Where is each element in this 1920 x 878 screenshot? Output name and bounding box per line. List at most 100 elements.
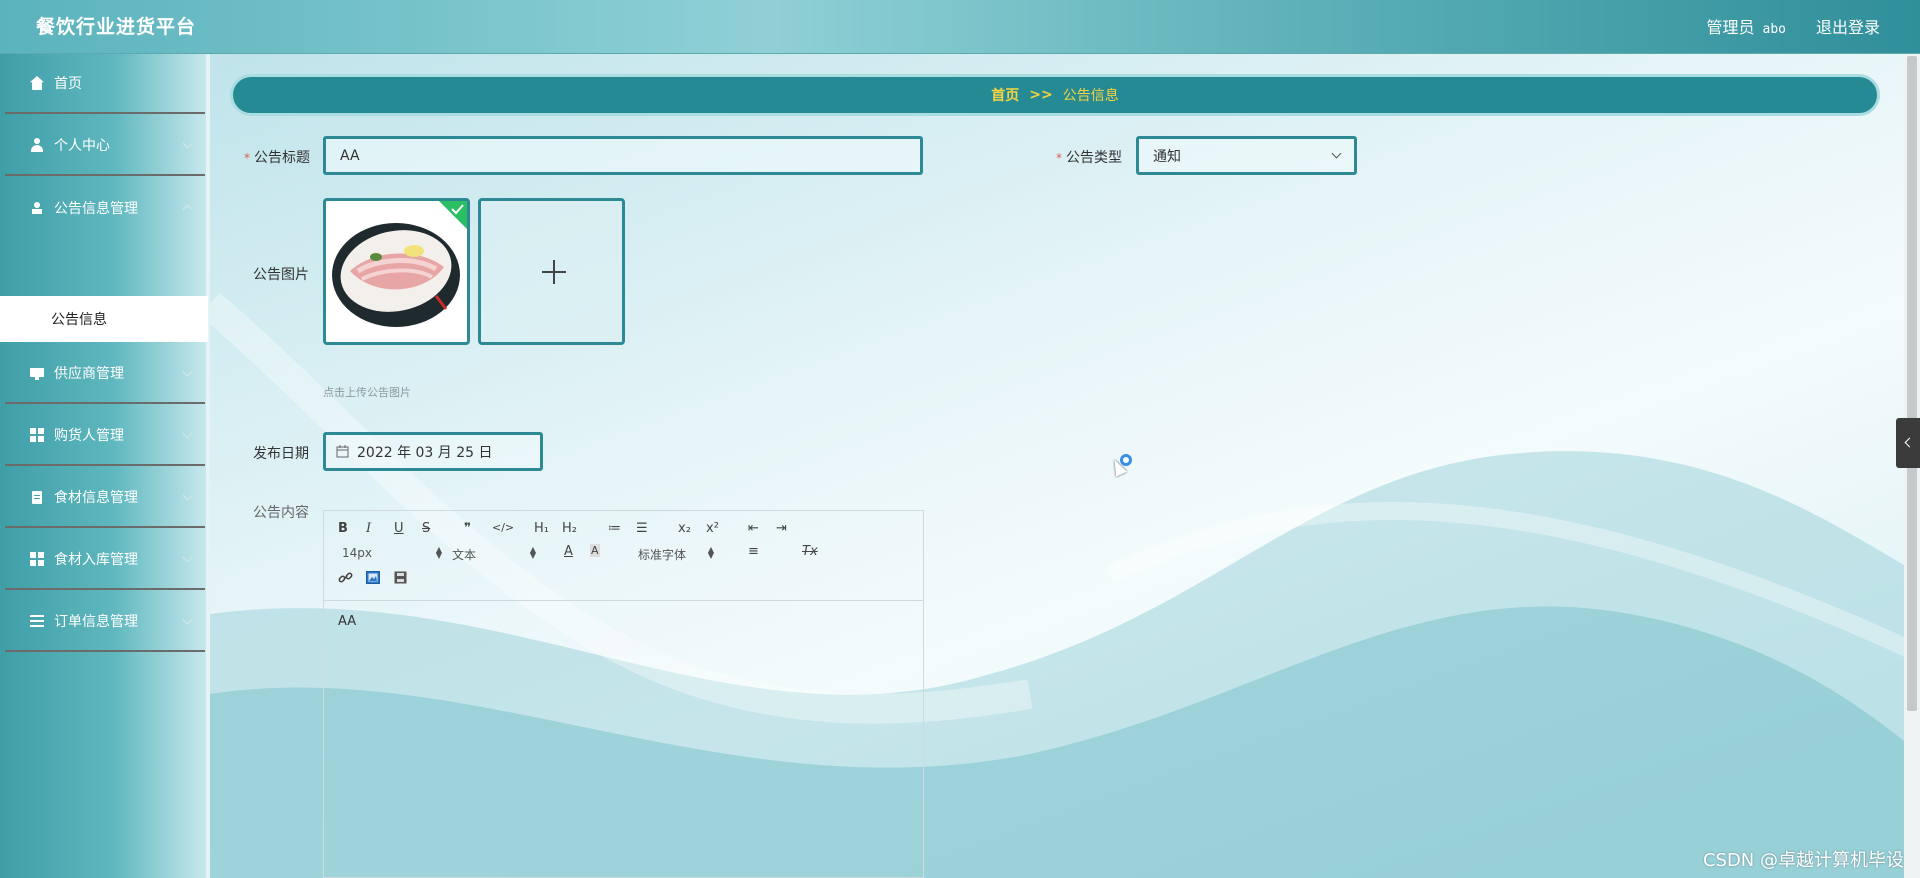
clear-format-button[interactable]: Tx: [802, 544, 818, 559]
h1-button[interactable]: H₁: [534, 521, 549, 536]
username: abo: [1762, 22, 1786, 37]
required-mark: *: [1056, 151, 1062, 165]
plus-icon-vertical: [553, 260, 555, 284]
select-arrows-icon: ▲ ▼: [435, 545, 442, 560]
date-picker[interactable]: 2022 年 03 月 25 日: [323, 432, 543, 471]
sidebar: 首页 个人中心 公告信息管理 公告信息 供应商管理 购货人管理 食材信息管理 食…: [0, 54, 210, 878]
chevron-down-icon: [182, 552, 193, 563]
title-input[interactable]: AA: [323, 136, 923, 175]
clipboard-icon: [30, 490, 44, 504]
sidebar-item-label: 购货人管理: [54, 428, 124, 444]
image-label: 公告图片: [253, 267, 309, 283]
calendar-icon: [336, 445, 349, 458]
logout-link[interactable]: 退出登录: [1816, 14, 1880, 38]
app-title: 餐饮行业进货平台: [36, 16, 197, 38]
monitor-icon: [30, 366, 44, 380]
sidebar-item-ingredient-management[interactable]: 食材信息管理: [5, 468, 205, 528]
loading-ring-icon: [1120, 454, 1132, 466]
content-label: 公告内容: [253, 505, 309, 521]
chevron-down-icon: [182, 490, 193, 501]
editor-toolbar: B I U S ❞ </> H₁ H₂ ≔ ☰ x₂ x² ⇤ ⇥ 14px ▲ ▼…: [324, 511, 923, 601]
outdent-button[interactable]: ⇤: [748, 521, 759, 536]
sidebar-item-order-management[interactable]: 订单信息管理: [5, 592, 205, 652]
sidebar-item-label: 公告信息管理: [54, 201, 138, 217]
title-label-text: 公告标题: [254, 150, 310, 166]
sidebar-item-notice-management[interactable]: 公告信息管理: [5, 178, 205, 238]
add-image-button[interactable]: [478, 198, 625, 345]
grid-icon: [30, 552, 44, 566]
user-area: 管理员 abo 退出登录: [1706, 14, 1880, 38]
type-label: * 公告类型: [1056, 147, 1122, 167]
breadcrumb-home[interactable]: 首页: [991, 85, 1019, 105]
h2-button[interactable]: H₂: [562, 521, 577, 536]
chevron-down-icon: [1331, 148, 1342, 159]
image-icon[interactable]: [366, 571, 380, 584]
chevron-down-icon: [182, 366, 193, 377]
breadcrumb: 首页 >> 公告信息: [230, 74, 1880, 116]
breadcrumb-separator: >>: [1029, 87, 1053, 103]
superscript-button[interactable]: x²: [706, 521, 719, 536]
sidebar-item-personal-center[interactable]: 个人中心: [5, 116, 205, 176]
chevron-down-icon: [182, 138, 193, 149]
type-select-value: 通知: [1153, 148, 1181, 165]
sidebar-item-label: 个人中心: [54, 138, 110, 154]
required-mark: *: [244, 151, 250, 165]
subscript-button[interactable]: x₂: [678, 521, 691, 536]
sidebar-item-home[interactable]: 首页: [5, 54, 205, 114]
bold-button[interactable]: B: [338, 521, 348, 536]
type-select[interactable]: 通知: [1136, 136, 1357, 175]
align-button[interactable]: ≡: [748, 544, 759, 559]
sidebar-item-label: 供应商管理: [54, 366, 124, 382]
sidebar-subitem-notice-info[interactable]: 公告信息: [0, 296, 208, 342]
list-icon: [30, 614, 44, 628]
date-value: 2022 年 03 月 25 日: [357, 444, 493, 461]
person-icon: [30, 201, 44, 215]
chevron-down-icon: [182, 428, 193, 439]
font-family-select[interactable]: 标准字体 ▲ ▼: [638, 546, 714, 563]
code-button[interactable]: </>: [492, 521, 514, 534]
sidebar-item-label: 首页: [54, 76, 82, 92]
admin-label: 管理员: [1706, 18, 1755, 37]
indent-button[interactable]: ⇥: [776, 521, 787, 536]
home-icon: [30, 76, 44, 90]
collapse-panel-button[interactable]: [1896, 418, 1920, 468]
strike-button[interactable]: S: [422, 521, 430, 536]
sidebar-item-label: 订单信息管理: [54, 614, 138, 630]
bullet-list-button[interactable]: ☰: [636, 521, 648, 536]
main-content: 首页 >> 公告信息 * 公告标题 AA * 公告类型 通知 公告图片 点击上传…: [210, 54, 1920, 878]
underline-button[interactable]: U: [394, 521, 404, 536]
paragraph-select[interactable]: 文本 ▲ ▼: [452, 546, 536, 563]
upload-success-icon: [439, 201, 467, 229]
font-size-select[interactable]: 14px ▲ ▼: [342, 546, 442, 561]
user-icon: [30, 138, 44, 152]
font-color-button[interactable]: A: [564, 544, 573, 559]
scrollbar-thumb[interactable]: [1907, 56, 1917, 711]
type-label-text: 公告类型: [1066, 150, 1122, 166]
grid-icon: [30, 428, 44, 442]
sidebar-item-label: 食材入库管理: [54, 552, 138, 568]
editor-content[interactable]: AA: [338, 614, 356, 629]
select-arrows-icon: ▲ ▼: [707, 545, 715, 560]
sidebar-item-ingredient-stock-in[interactable]: 食材入库管理: [5, 530, 205, 590]
quote-button[interactable]: ❞: [464, 521, 471, 536]
watermark: CSDN @卓越计算机毕设: [1702, 850, 1904, 871]
sidebar-item-supplier-management[interactable]: 供应商管理: [5, 344, 205, 404]
background-color-button[interactable]: A: [590, 544, 600, 557]
sidebar-item-buyer-management[interactable]: 购货人管理: [5, 406, 205, 466]
upload-hint: 点击上传公告图片: [323, 386, 411, 399]
italic-button[interactable]: I: [366, 521, 371, 536]
ordered-list-button[interactable]: ≔: [608, 521, 621, 536]
paragraph-value: 文本: [452, 548, 477, 562]
date-label: 发布日期: [253, 446, 309, 462]
link-icon[interactable]: [338, 571, 353, 585]
chevron-down-icon: [182, 614, 193, 625]
sidebar-item-label: 食材信息管理: [54, 490, 138, 506]
admin-info: 管理员 abo: [1706, 14, 1786, 38]
uploaded-image-thumbnail[interactable]: [323, 198, 470, 345]
rich-text-editor: B I U S ❞ </> H₁ H₂ ≔ ☰ x₂ x² ⇤ ⇥ 14px ▲ ▼…: [323, 510, 924, 878]
breadcrumb-current: 公告信息: [1062, 88, 1119, 104]
font-size-value: 14px: [342, 546, 372, 560]
select-arrows-icon: ▲ ▼: [529, 545, 537, 560]
font-family-value: 标准字体: [638, 548, 687, 562]
video-icon[interactable]: [394, 571, 407, 584]
